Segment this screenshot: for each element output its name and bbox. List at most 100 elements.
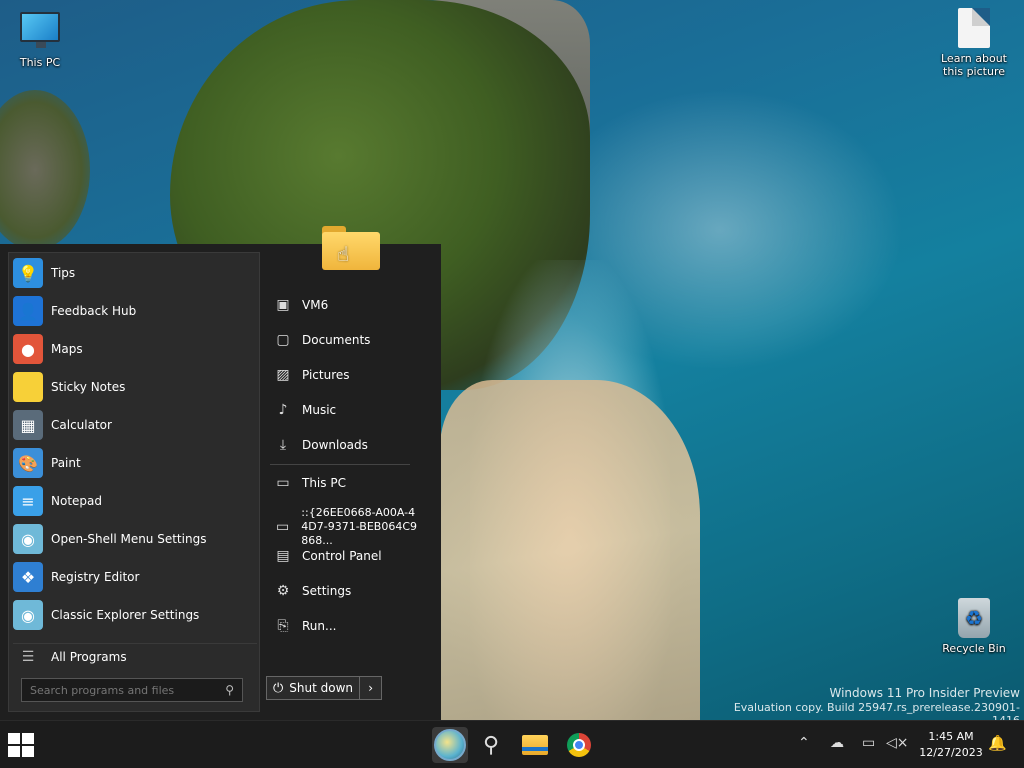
dragged-folder-icon bbox=[322, 226, 380, 270]
start-search-input[interactable] bbox=[30, 683, 226, 697]
shutdown-group: ⏻ Shut down › bbox=[266, 676, 382, 700]
shutdown-button[interactable]: ⏻ Shut down bbox=[266, 676, 361, 700]
desktop-icon-recycle-bin[interactable]: ♻ Recycle Bin bbox=[936, 598, 1012, 655]
program-item[interactable]: ▦ Calculator bbox=[13, 407, 257, 443]
clock-date: 12/27/2023 bbox=[919, 746, 983, 759]
chevron-up-icon[interactable]: ⌃ bbox=[798, 735, 810, 751]
places-label: This PC bbox=[302, 476, 346, 490]
shell-icon: ◉ bbox=[13, 524, 43, 554]
search-icon: ⚲ bbox=[225, 683, 234, 697]
places-item[interactable]: ▭ This PC bbox=[270, 475, 420, 491]
network-computer-icon: ▭ bbox=[276, 519, 290, 535]
map-pin-icon: ● bbox=[13, 334, 43, 364]
run-icon: ⎘ bbox=[277, 618, 289, 634]
volume-muted-icon[interactable]: ◁× bbox=[886, 735, 909, 751]
places-item[interactable]: ⎘ Run... bbox=[270, 618, 420, 634]
palette-icon: 🎨 bbox=[13, 448, 43, 478]
notepad-icon: ≡ bbox=[13, 486, 43, 516]
taskbar-clock[interactable]: 1:45 AM 12/27/2023 bbox=[914, 729, 988, 761]
desktop-icon-label: Recycle Bin bbox=[942, 642, 1006, 655]
picture-icon: ▨ bbox=[276, 367, 290, 383]
program-label: Maps bbox=[51, 342, 83, 356]
places-item[interactable]: ⚙ Settings bbox=[270, 583, 420, 599]
places-item[interactable]: ▣ VM6 bbox=[270, 297, 420, 313]
places-label: Run... bbox=[302, 619, 337, 633]
shutdown-options-button[interactable]: › bbox=[360, 676, 382, 700]
desktop-icon-this-pc[interactable]: This PC bbox=[2, 12, 78, 69]
program-item[interactable]: 💡 Tips bbox=[13, 255, 257, 291]
lightbulb-icon: 💡 bbox=[13, 258, 43, 288]
wallpaper-left-cliff bbox=[0, 90, 90, 250]
start-search-box[interactable]: ⚲ bbox=[21, 678, 243, 702]
places-label: VM6 bbox=[302, 298, 329, 312]
shutdown-label: Shut down bbox=[289, 681, 354, 695]
taskbar-chrome[interactable] bbox=[561, 727, 597, 763]
program-item[interactable]: ≡ Notepad bbox=[13, 483, 257, 519]
power-icon: ⏻ bbox=[273, 680, 284, 696]
places-label: Downloads bbox=[302, 438, 368, 452]
control-panel-icon: ▤ bbox=[276, 548, 290, 564]
program-item[interactable]: ◉ Classic Explorer Settings bbox=[13, 597, 257, 633]
network-icon[interactable]: ▭ bbox=[862, 735, 875, 751]
list-icon: ☰ bbox=[21, 648, 35, 665]
places-item[interactable]: ♪ Music bbox=[270, 402, 420, 418]
shell-icon bbox=[434, 729, 466, 761]
taskbar-file-explorer[interactable] bbox=[517, 727, 553, 763]
shell-icon: ◉ bbox=[13, 600, 43, 630]
desktop-icon-learn-about-picture[interactable]: Learn about this picture bbox=[936, 8, 1012, 78]
music-icon: ♪ bbox=[278, 402, 288, 418]
places-item[interactable]: ▭::{26EE0668-A00A-44D7-9371-BEB064C9868.… bbox=[270, 506, 420, 548]
places-label: ::{26EE0668-A00A-44D7-9371-BEB064C9868..… bbox=[301, 506, 418, 547]
hand-cursor-icon: ☝ bbox=[337, 242, 350, 266]
taskbar: ⚲ ⌃ ☁ ▭ ◁× 1:45 AM 12/27/2023 🔔 bbox=[0, 720, 1024, 768]
places-label: Pictures bbox=[302, 368, 350, 382]
program-item[interactable]: ❖ Registry Editor bbox=[13, 559, 257, 595]
program-label: Open-Shell Menu Settings bbox=[51, 532, 207, 546]
clock-time: 1:45 AM bbox=[928, 730, 974, 743]
program-label: Notepad bbox=[51, 494, 102, 508]
places-item[interactable]: ▢ Documents bbox=[270, 332, 420, 348]
monitor-icon bbox=[20, 12, 60, 48]
gear-icon: ⚙ bbox=[276, 583, 290, 599]
program-item[interactable]: ◉ Open-Shell Menu Settings bbox=[13, 521, 257, 557]
all-programs-button[interactable]: ☰ All Programs bbox=[13, 643, 257, 669]
program-label: Tips bbox=[51, 266, 76, 280]
places-label: Control Panel bbox=[302, 549, 382, 563]
start-places-pane: ▣ VM6 ▢ Documents ▨ Pictures ♪ Music ⤓ Downloads ▭… bbox=[266, 244, 441, 720]
program-label: Sticky Notes bbox=[51, 380, 126, 394]
feedback-icon: 👤 bbox=[13, 296, 43, 326]
watermark-build: Evaluation copy. Build 25947.rs_prerelea… bbox=[733, 701, 1020, 720]
all-programs-label: All Programs bbox=[51, 649, 127, 664]
computer-icon: ▭ bbox=[276, 475, 290, 491]
places-item[interactable]: ▤ Control Panel bbox=[270, 548, 420, 564]
places-item[interactable]: ⤓ Downloads bbox=[270, 437, 420, 453]
program-item[interactable]: 🎨 Paint bbox=[13, 445, 257, 481]
user-folder-icon: ▣ bbox=[276, 297, 290, 313]
calculator-icon: ▦ bbox=[13, 410, 43, 440]
wallpaper-beach bbox=[440, 380, 700, 720]
taskbar-open-shell[interactable] bbox=[432, 727, 468, 763]
desktop-icon-label: This PC bbox=[19, 56, 61, 69]
start-programs-pane: 💡 Tips 👤 Feedback Hub ● Maps Sticky Notes ▦ Calc… bbox=[8, 252, 260, 712]
places-label: Settings bbox=[302, 584, 352, 598]
start-button[interactable] bbox=[8, 733, 34, 757]
document-icon: ▢ bbox=[276, 332, 290, 348]
program-label: Calculator bbox=[51, 418, 112, 432]
chevron-right-icon: › bbox=[368, 681, 374, 695]
registry-icon: ❖ bbox=[13, 562, 43, 592]
places-label: Documents bbox=[302, 333, 371, 347]
places-item[interactable]: ▨ Pictures bbox=[270, 367, 420, 383]
search-icon: ⚲ bbox=[482, 732, 500, 758]
taskbar-search[interactable]: ⚲ bbox=[473, 727, 509, 763]
program-label: Classic Explorer Settings bbox=[51, 608, 200, 622]
notification-bell-icon[interactable]: 🔔 bbox=[988, 734, 1007, 752]
places-separator bbox=[270, 464, 410, 465]
program-label: Registry Editor bbox=[51, 570, 140, 584]
document-icon bbox=[958, 8, 990, 48]
program-item[interactable]: 👤 Feedback Hub bbox=[13, 293, 257, 329]
cloud-offline-icon[interactable]: ☁ bbox=[830, 735, 844, 751]
program-item[interactable]: Sticky Notes bbox=[13, 369, 257, 405]
program-item[interactable]: ● Maps bbox=[13, 331, 257, 367]
desktop-icon-label: Learn about this picture bbox=[941, 52, 1007, 78]
start-menu: 💡 Tips 👤 Feedback Hub ● Maps Sticky Notes ▦ Calc… bbox=[0, 244, 441, 720]
